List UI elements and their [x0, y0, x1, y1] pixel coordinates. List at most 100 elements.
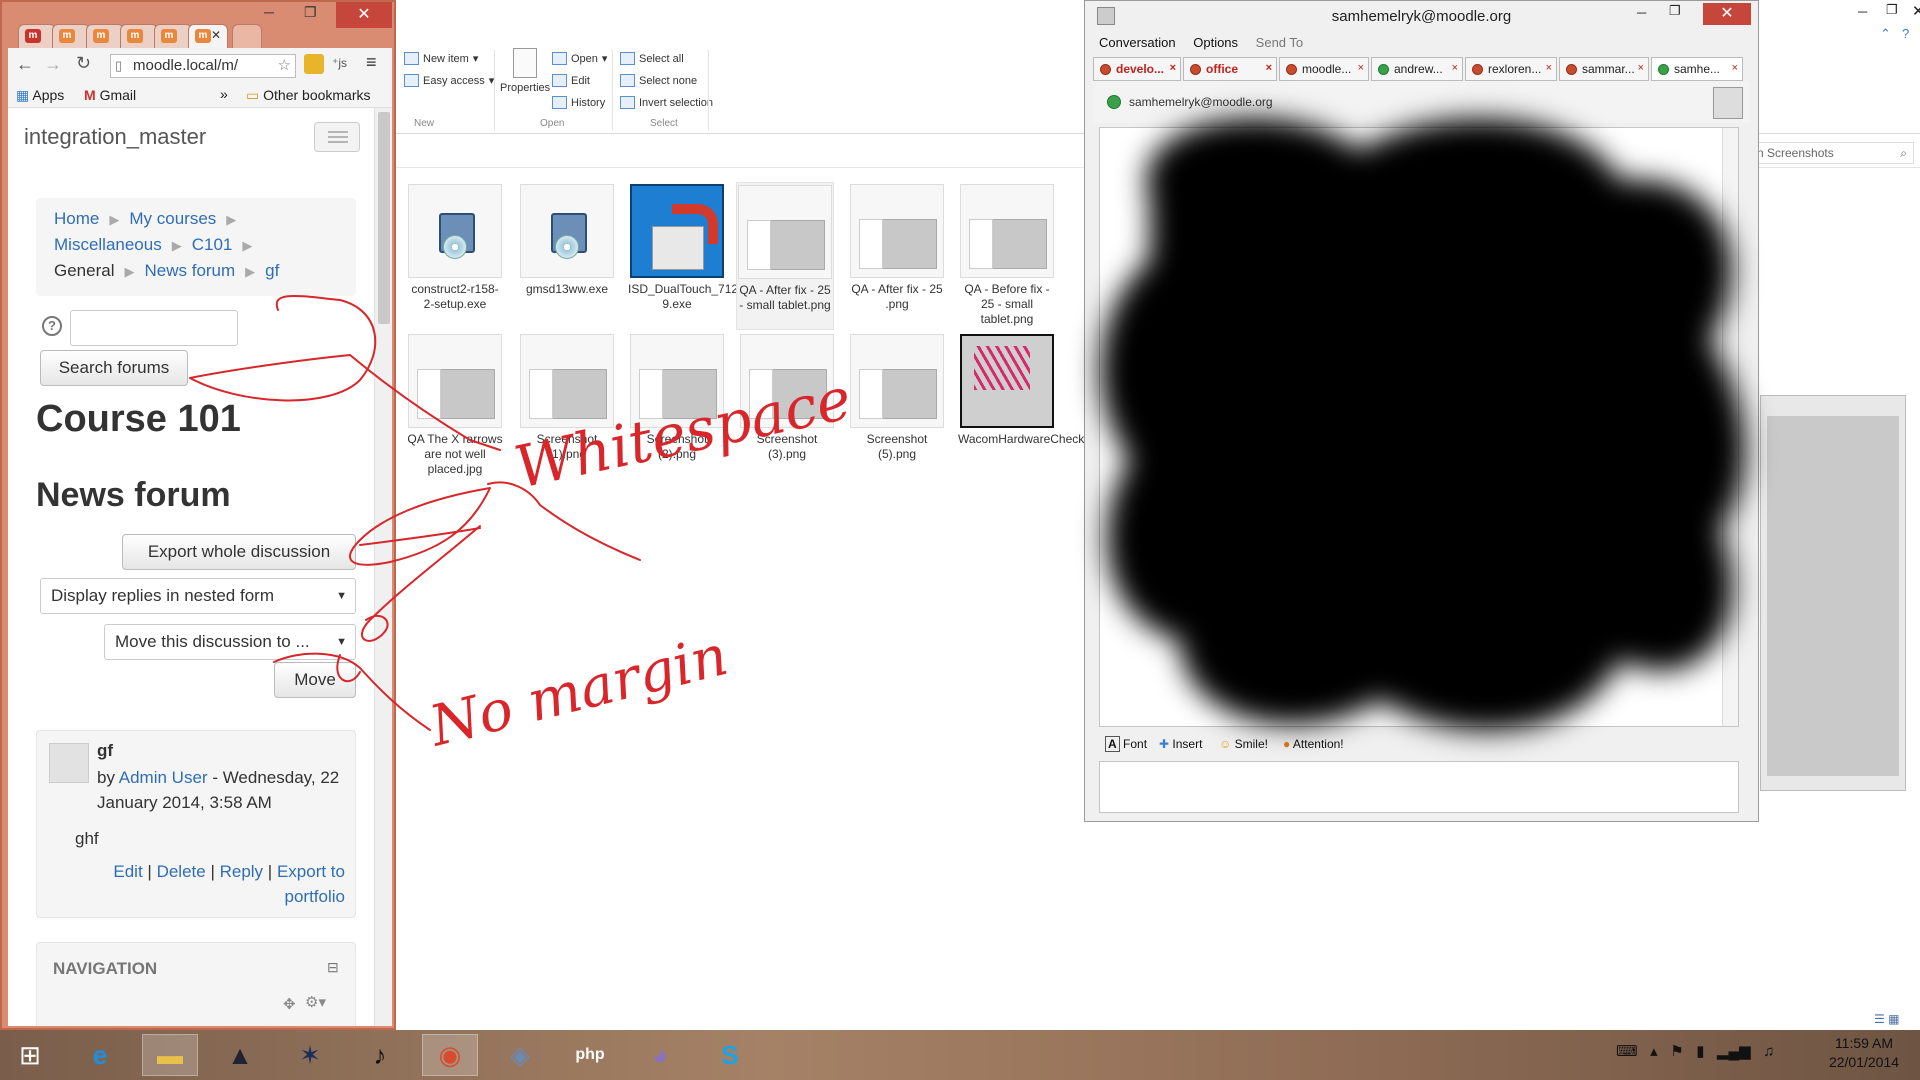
chrome-maximize-icon[interactable]: ❐: [304, 4, 317, 21]
windows-start-icon[interactable]: ⊞: [2, 1034, 58, 1076]
file-item[interactable]: QA - After fix - 25 .png: [848, 184, 946, 312]
file-item[interactable]: gmsd13ww.exe: [518, 184, 616, 297]
show-hidden-icons-icon[interactable]: ▴: [1650, 1043, 1658, 1060]
scrollbar-thumb[interactable]: [378, 112, 390, 324]
chrome-menu-icon[interactable]: ≡: [366, 52, 377, 73]
js-extension-icon[interactable]: ⁺js: [332, 56, 347, 70]
forward-icon[interactable]: →: [44, 54, 62, 75]
menu-options[interactable]: Options: [1193, 35, 1238, 50]
battery-icon[interactable]: ▮: [1696, 1043, 1704, 1060]
select-none-button[interactable]: Select none: [620, 74, 697, 87]
file-item[interactable]: QA - Before fix - 25 - small tablet.png: [958, 184, 1056, 327]
file-item[interactable]: ISD_DualTouch_712-9.exe: [628, 184, 742, 312]
crumb-discussion[interactable]: gf: [265, 261, 279, 280]
file-item[interactable]: Screenshot (5).png: [848, 334, 946, 462]
file-item[interactable]: WacomHardwareCheck.exe: [958, 334, 1107, 447]
explorer-close-icon[interactable]: ✕: [1912, 2, 1920, 20]
other-bookmarks[interactable]: ▭ Other bookmarks: [246, 87, 371, 104]
avatar[interactable]: [49, 743, 89, 783]
chrome-icon[interactable]: ◉: [422, 1034, 478, 1076]
move-discussion-select[interactable]: Move this discussion to ... ▼: [104, 624, 356, 660]
file-item[interactable]: Screenshot (2).png: [628, 334, 726, 462]
browser-tab[interactable]: m: [18, 24, 56, 48]
browser-tab[interactable]: m: [154, 24, 192, 48]
open-button[interactable]: Open ▾: [552, 52, 607, 65]
network-icon[interactable]: ▂▄▆: [1717, 1043, 1751, 1060]
file-item[interactable]: construct2-r158-2-setup.exe: [406, 184, 504, 312]
new-tab-button[interactable]: [232, 24, 262, 48]
move-button[interactable]: Move: [274, 662, 356, 698]
music-icon[interactable]: ♪: [352, 1034, 408, 1076]
skype-icon[interactable]: S: [702, 1034, 758, 1076]
large-icons-view-icon[interactable]: ▦: [1888, 1012, 1899, 1026]
internet-explorer-icon[interactable]: e: [72, 1034, 128, 1076]
browser-tab-active[interactable]: m ✕: [188, 24, 228, 48]
file-item[interactable]: QA The X rarrows are not well placed.jpg: [406, 334, 504, 477]
flag-icon[interactable]: ⚑: [1670, 1043, 1683, 1060]
page-scrollbar[interactable]: [374, 108, 392, 1026]
reload-icon[interactable]: ↻: [76, 53, 91, 74]
nav-collapse-button[interactable]: [314, 122, 360, 152]
menu-conversation[interactable]: Conversation: [1099, 35, 1176, 50]
history-button[interactable]: History: [552, 96, 605, 109]
post-edit-link[interactable]: Edit: [113, 862, 142, 881]
search-forums-input[interactable]: [70, 310, 238, 346]
edit-button[interactable]: Edit: [552, 74, 590, 87]
app-icon[interactable]: ✶: [282, 1034, 338, 1076]
display-mode-select[interactable]: Display replies in nested form ▼: [40, 578, 356, 614]
system-clock[interactable]: 11:59 AM 22/01/2014: [1818, 1034, 1910, 1072]
help-icon[interactable]: ?: [42, 316, 62, 336]
chat-minimize-icon[interactable]: ─: [1637, 5, 1646, 20]
post-author-link[interactable]: Admin User: [119, 768, 208, 787]
pidgin-icon[interactable]: ◕: [632, 1034, 688, 1076]
gmail-bookmark[interactable]: M Gmail: [84, 87, 136, 103]
explorer-minimize-icon[interactable]: ─: [1858, 4, 1867, 19]
menu-send-to[interactable]: Send To: [1256, 35, 1303, 50]
easy-access-button[interactable]: Easy access ▾: [404, 74, 494, 87]
crumb-my-courses[interactable]: My courses: [129, 209, 216, 228]
chrome-minimize-icon[interactable]: ─: [264, 4, 274, 20]
crumb-news-forum[interactable]: News forum: [144, 261, 235, 280]
browser-tab[interactable]: m: [120, 24, 158, 48]
virtualbox-icon[interactable]: ◈: [492, 1034, 548, 1076]
export-discussion-button[interactable]: Export whole discussion: [122, 534, 356, 570]
crumb-miscellaneous[interactable]: Miscellaneous: [54, 235, 162, 254]
extension-icon[interactable]: [304, 54, 324, 74]
new-item-button[interactable]: New item ▾: [404, 52, 478, 65]
keyboard-icon[interactable]: ⌨: [1616, 1043, 1638, 1060]
apps-bookmark[interactable]: ▦ Apps: [16, 87, 64, 104]
details-view-icon[interactable]: ☰: [1874, 1012, 1885, 1026]
tab-close-icon[interactable]: ✕: [211, 28, 221, 42]
site-name[interactable]: integration_master: [24, 124, 206, 150]
app-icon[interactable]: ▲: [212, 1034, 268, 1076]
browser-tab[interactable]: m: [86, 24, 124, 48]
explorer-maximize-icon[interactable]: ❐: [1886, 2, 1898, 18]
back-icon[interactable]: ←: [16, 54, 34, 75]
invert-selection-button[interactable]: Invert selection: [620, 96, 713, 109]
file-explorer-icon[interactable]: ▬: [142, 1034, 198, 1076]
volume-icon[interactable]: ♫: [1763, 1043, 1774, 1060]
file-item[interactable]: Screenshot (3).png: [738, 334, 836, 462]
move-block-icon[interactable]: ✥: [283, 995, 296, 1013]
crumb-home[interactable]: Home: [54, 209, 99, 228]
background-window[interactable]: [1760, 395, 1906, 791]
search-forums-button[interactable]: Search forums: [40, 350, 188, 386]
properties-button[interactable]: Properties: [500, 48, 550, 94]
url-bar[interactable]: ▯ moodle.local/m/☆: [110, 54, 296, 78]
more-bookmarks-chevron[interactable]: »: [220, 86, 228, 102]
view-toggle[interactable]: ☰ ▦: [1874, 1012, 1899, 1026]
bookmark-star-icon[interactable]: ☆: [278, 55, 291, 77]
crumb-course[interactable]: C101: [192, 235, 233, 254]
chat-close-icon[interactable]: ✕: [1703, 3, 1751, 25]
post-export-link[interactable]: Export to portfolio: [277, 862, 345, 906]
file-item[interactable]: Screenshot (1).png: [518, 334, 616, 462]
post-delete-link[interactable]: Delete: [157, 862, 206, 881]
block-settings-gear-icon[interactable]: ⚙▾: [305, 993, 326, 1011]
browser-tab[interactable]: m: [52, 24, 90, 48]
post-reply-link[interactable]: Reply: [220, 862, 263, 881]
collapse-block-icon[interactable]: ⊟: [327, 959, 339, 976]
file-item-selected[interactable]: ✓QA - After fix - 25 - small tablet.png: [736, 182, 834, 330]
select-all-button[interactable]: Select all: [620, 52, 684, 65]
chat-maximize-icon[interactable]: ❐: [1669, 3, 1681, 19]
chrome-close-icon[interactable]: ✕: [336, 2, 392, 28]
